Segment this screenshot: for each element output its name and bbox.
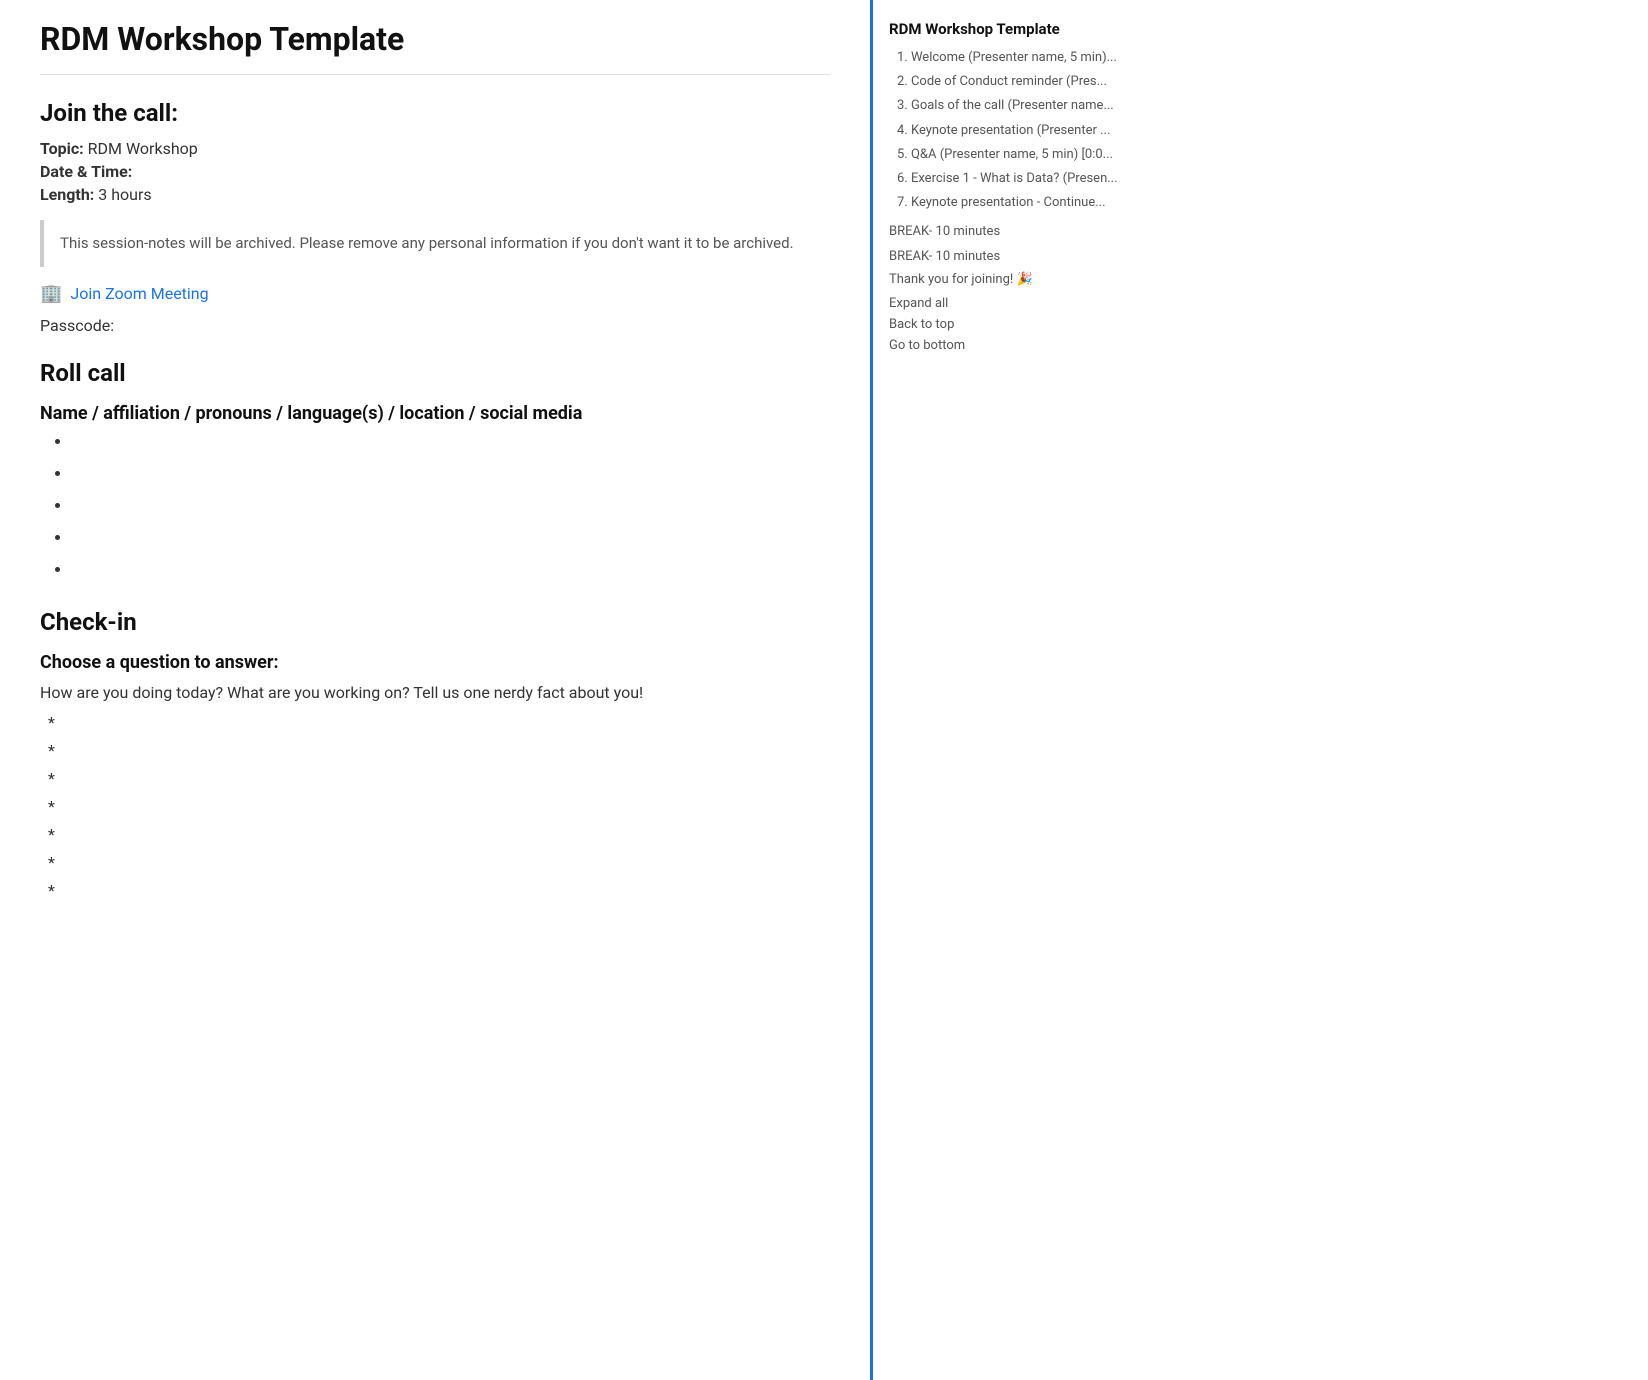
archive-notice: This session-notes will be archived. Ple… [40,220,830,267]
toc-item-2[interactable]: 2. Code of Conduct reminder (Pres... [897,72,1134,92]
toc-num: 6. [897,171,911,186]
date-line: Date & Time: [40,162,830,181]
toc-num: 1. [897,50,911,65]
list-item[interactable] [72,496,830,520]
toc-num: 3. [897,98,911,113]
topic-line: Topic: RDM Workshop [40,139,830,158]
passcode-label: Passcode: [40,316,114,335]
toc-num: 7. [897,195,911,210]
checkin-item[interactable] [48,881,830,903]
join-heading: Join the call: [40,99,830,127]
date-label: Date & Time: [40,162,132,181]
zoom-link-text[interactable]: Join Zoom Meeting [70,284,208,303]
expand-all-link[interactable]: Expand all [889,295,1134,312]
toc-items-list: 1. Welcome (Presenter name, 5 min)... 2.… [889,48,1134,213]
toc-break-2: BREAK- 10 minutes [889,248,1134,266]
toc-text: Goals of the call (Presenter name... [911,98,1114,113]
toc-item-4[interactable]: 4. Keynote presentation (Presenter ... [897,121,1134,141]
toc-num: 5. [897,147,911,162]
topic-value: RDM Workshop [88,139,198,158]
toc-item-1[interactable]: 1. Welcome (Presenter name, 5 min)... [897,48,1134,68]
toc-title: RDM Workshop Template [889,20,1134,38]
roll-call-heading: Roll call [40,359,830,387]
back-to-top-link[interactable]: Back to top [889,316,1134,333]
toc-item-6[interactable]: 6. Exercise 1 - What is Data? (Presen... [897,169,1134,189]
roll-call-list [72,432,830,584]
toc-item-7[interactable]: 7. Keynote presentation - Continue... [897,193,1134,213]
length-value: 3 hours [98,185,151,204]
toc-breaks: BREAK- 10 minutes BREAK- 10 minutes [889,223,1134,265]
sidebar-toc: RDM Workshop Template 1. Welcome (Presen… [870,0,1150,1380]
checkin-item[interactable] [48,769,830,791]
toc-actions: Expand all Back to top Go to bottom [889,295,1134,354]
passcode-line: Passcode: [40,316,830,335]
toc-text: Welcome (Presenter name, 5 min)... [911,50,1117,65]
checkin-subheading: Choose a question to answer: [40,652,830,673]
checkin-item[interactable] [48,853,830,875]
zoom-icon: 🏢 [40,283,62,304]
checkin-list [48,713,830,903]
checkin-item[interactable] [48,797,830,819]
toc-num: 2. [897,74,911,89]
list-item[interactable] [72,528,830,552]
toc-text: Code of Conduct reminder (Pres... [911,74,1107,89]
checkin-item[interactable] [48,713,830,735]
archive-text: This session-notes will be archived. Ple… [60,234,794,252]
toc-break-1: BREAK- 10 minutes [889,223,1134,241]
roll-call-subheading: Name / affiliation / pronouns / language… [40,403,830,424]
length-line: Length: 3 hours [40,185,830,204]
main-content: RDM Workshop Template Join the call: Top… [0,0,870,1380]
list-item[interactable] [72,560,830,584]
zoom-meeting-link[interactable]: 🏢 Join Zoom Meeting [40,283,830,304]
toc-text: Q&A (Presenter name, 5 min) [0:0... [911,147,1113,162]
checkin-item[interactable] [48,741,830,763]
toc-text: Exercise 1 - What is Data? (Presen... [911,171,1118,186]
list-item[interactable] [72,464,830,488]
list-item[interactable] [72,432,830,456]
toc-thank-you: Thank you for joining! 🎉 [889,272,1134,287]
toc-text: Keynote presentation (Presenter ... [911,123,1110,138]
checkin-heading: Check-in [40,608,830,636]
join-info: Topic: RDM Workshop Date & Time: Length:… [40,139,830,204]
toc-text: Keynote presentation - Continue... [911,195,1106,210]
go-to-bottom-link[interactable]: Go to bottom [889,337,1134,354]
checkin-item[interactable] [48,825,830,847]
page-title: RDM Workshop Template [40,20,830,75]
toc-item-3[interactable]: 3. Goals of the call (Presenter name... [897,96,1134,116]
topic-label: Topic: [40,139,84,158]
toc-item-5[interactable]: 5. Q&A (Presenter name, 5 min) [0:0... [897,145,1134,165]
checkin-question: How are you doing today? What are you wo… [40,681,830,705]
length-label: Length: [40,185,94,204]
toc-num: 4. [897,123,911,138]
